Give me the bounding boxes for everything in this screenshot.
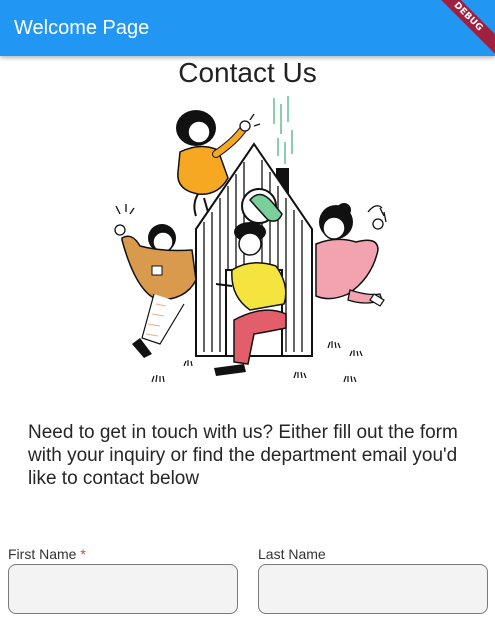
required-marker: * bbox=[80, 546, 86, 562]
page-title: Contact Us bbox=[178, 57, 317, 88]
first-name-input[interactable] bbox=[8, 564, 238, 614]
people-around-house-illustration bbox=[114, 96, 387, 383]
debug-banner: DEBUG bbox=[435, 0, 495, 60]
contact-intro-text: Need to get in touch with us? Either fil… bbox=[28, 422, 458, 489]
last-name-label: Last Name bbox=[258, 546, 326, 562]
last-name-input[interactable] bbox=[258, 564, 488, 614]
first-name-field: First Name * bbox=[8, 545, 238, 614]
first-name-label: First Name * bbox=[8, 546, 86, 562]
app-bar: Welcome Page bbox=[0, 0, 495, 56]
debug-ribbon-label: DEBUG bbox=[435, 0, 495, 60]
last-name-field: Last Name bbox=[258, 545, 488, 614]
app-bar-title: Welcome Page bbox=[14, 17, 150, 39]
welcome-page: Welcome Page DEBUG Contact Us Need to ge… bbox=[0, 0, 495, 635]
